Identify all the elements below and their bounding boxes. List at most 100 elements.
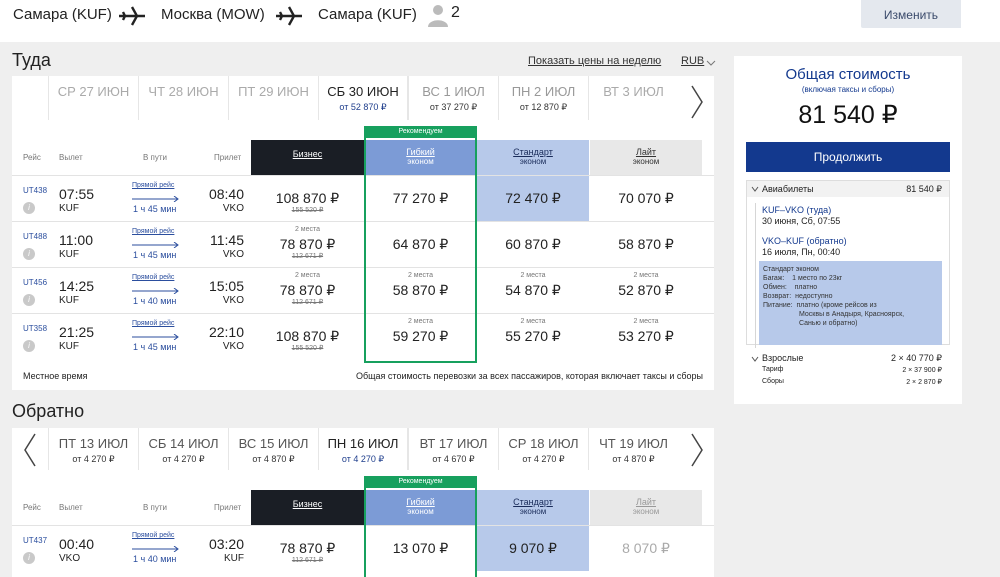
info-icon[interactable]: i	[23, 248, 35, 260]
nonstop-link[interactable]: Прямой рейс	[132, 228, 174, 235]
departure-airport: KUF	[59, 341, 79, 352]
flight-number[interactable]: UT456	[23, 278, 47, 287]
duration: 1 ч 40 мин	[133, 296, 177, 306]
adults-total: 2 × 40 770 ₽	[890, 353, 942, 363]
nonstop-link[interactable]: Прямой рейс	[132, 274, 174, 281]
lite-price-cell[interactable]: 58 870 ₽	[590, 222, 702, 267]
tariff-label: Тариф	[762, 366, 784, 373]
recommended-badge: Рекомендуем	[365, 476, 476, 488]
total-cost-note: Общая стоимость перевозки за всех пассаж…	[355, 371, 703, 381]
arrow-line-icon	[132, 546, 179, 552]
plane-icon	[119, 6, 145, 26]
lite-price-cell[interactable]: 8 070 ₽	[590, 526, 702, 571]
arrow-line-icon	[132, 196, 179, 202]
arrival-airport: VKO	[222, 203, 244, 214]
chevron-down-icon[interactable]	[751, 356, 759, 362]
standard-fare-header[interactable]: Стандарт эконом	[477, 490, 589, 525]
passenger-icon	[428, 5, 448, 27]
chevron-right-icon[interactable]	[689, 84, 705, 120]
info-icon[interactable]: i	[23, 202, 35, 214]
leg2-route[interactable]: VKO–KUF (обратно)	[762, 236, 847, 246]
currency-select[interactable]: RUB	[681, 55, 704, 67]
origin-city: Самара (KUF)	[13, 6, 112, 23]
date-tab[interactable]: ВС 15 ИЮЛ от 4 870 ₽	[228, 428, 318, 470]
recommended-outline	[364, 126, 477, 363]
nonstop-link[interactable]: Прямой рейс	[132, 320, 174, 327]
info-icon[interactable]: i	[23, 294, 35, 306]
departure-time: 11:00	[59, 232, 93, 248]
flight-row[interactable]: UT437 i 00:40 VKO Прямой рейс 1 ч 40 мин…	[12, 525, 714, 571]
chevron-right-icon[interactable]	[689, 432, 705, 468]
standard-fare-header[interactable]: Стандарт эконом	[477, 140, 589, 175]
business-price-cell[interactable]: 108 870 ₽155 520 ₽	[251, 176, 364, 221]
arrival-airport: VKO	[222, 341, 244, 352]
col-in-flight: В пути	[143, 503, 168, 512]
standard-price-cell-selected[interactable]: 72 470 ₽	[477, 176, 589, 221]
flight-number[interactable]: UT488	[23, 232, 47, 241]
tickets-total: 81 540 ₽	[906, 184, 942, 194]
continue-button[interactable]: Продолжить	[746, 142, 950, 172]
chevron-down-icon	[706, 60, 716, 66]
date-tab-selected[interactable]: ПН 16 ИЮЛ от 4 270 ₽	[318, 428, 408, 470]
flight-row[interactable]: UT456 i 14:25 KUF Прямой рейс 1 ч 40 мин…	[12, 267, 714, 313]
lite-fare-header[interactable]: Лайт эконом	[590, 140, 702, 175]
lite-price-cell[interactable]: 2 места 53 270 ₽	[590, 314, 702, 359]
lite-price-cell[interactable]: 2 места 52 870 ₽	[590, 268, 702, 313]
date-tab[interactable]: СБ 14 ИЮЛ от 4 270 ₽	[138, 428, 228, 470]
business-price-cell[interactable]: 78 870 ₽112 671 ₽	[251, 526, 364, 571]
price-summary-panel: Общая стоимость (включая таксы и сборы) …	[734, 56, 962, 404]
date-tab[interactable]: ВТ 17 ИЮЛ от 4 670 ₽	[408, 428, 498, 470]
arrow-line-icon	[132, 242, 179, 248]
business-fare-header[interactable]: Бизнес	[251, 140, 364, 175]
outbound-fares-table: Рейс Вылет В пути Прилет Бизнес Гибкий эк…	[12, 120, 714, 390]
col-flight: Рейс	[23, 153, 41, 162]
date-tab[interactable]: СР 18 ИЮЛ от 4 270 ₽	[498, 428, 588, 470]
flight-number[interactable]: UT438	[23, 186, 47, 195]
fare-line: Стандарт эконом	[763, 266, 819, 273]
flight-row[interactable]: UT438 i 07:55 KUF Прямой рейс 1 ч 45 мин…	[12, 175, 714, 221]
destination-city: Москва (MOW)	[161, 6, 265, 23]
lite-fare-header[interactable]: Лайт эконом	[590, 490, 702, 525]
flight-row[interactable]: UT488 i 11:00 KUF Прямой рейс 1 ч 45 мин…	[12, 221, 714, 267]
standard-price-cell[interactable]: 60 870 ₽	[477, 222, 589, 267]
info-icon[interactable]: i	[23, 552, 35, 564]
leg1-route[interactable]: KUF–VKO (туда)	[762, 205, 831, 215]
date-tab[interactable]: ПТ 13 ИЮЛ от 4 270 ₽	[48, 428, 138, 470]
fare-line: Возврат: недоступно	[763, 293, 833, 300]
fare-line: Санью и обратно)	[799, 320, 858, 327]
info-icon[interactable]: i	[23, 340, 35, 352]
plane-icon	[276, 6, 302, 26]
standard-price-cell[interactable]: 2 места 55 270 ₽	[477, 314, 589, 359]
business-price-cell[interactable]: 2 места 78 870 ₽112 671 ₽	[251, 222, 364, 267]
col-arrival: Прилет	[214, 503, 242, 512]
duration: 1 ч 45 мин	[133, 204, 177, 214]
return-fares-table: Рейс Вылет В пути Прилет Бизнес Гибкий эк…	[12, 470, 714, 577]
fare-line: Обмен: платно	[763, 284, 818, 291]
nonstop-link[interactable]: Прямой рейс	[132, 532, 174, 539]
duration: 1 ч 45 мин	[133, 250, 177, 260]
departure-airport: KUF	[59, 249, 79, 260]
departure-airport: KUF	[59, 295, 79, 306]
flight-row[interactable]: UT358 i 21:25 KUF Прямой рейс 1 ч 45 мин…	[12, 313, 714, 359]
flight-number[interactable]: UT437	[23, 536, 47, 545]
business-fare-header[interactable]: Бизнес	[251, 490, 364, 525]
week-prices-link[interactable]: Показать цены на неделю	[528, 55, 661, 67]
return-date-bar: ПТ 13 ИЮЛ от 4 270 ₽ СБ 14 ИЮЛ от 4 270 ₽ …	[12, 428, 714, 470]
date-tab[interactable]: ЧТ 19 ИЮЛ от 4 870 ₽	[588, 428, 678, 470]
adults-label: Взрослые	[762, 353, 804, 363]
arrival-airport: VKO	[222, 249, 244, 260]
duration: 1 ч 40 мин	[133, 554, 177, 564]
business-price-cell[interactable]: 2 места 78 870 ₽112 671 ₽	[251, 268, 364, 313]
recommended-outline	[364, 476, 477, 577]
standard-price-cell-selected[interactable]: 9 070 ₽	[477, 526, 589, 571]
change-search-button[interactable]: Изменить	[861, 0, 961, 28]
nonstop-link[interactable]: Прямой рейс	[132, 182, 174, 189]
lite-price-cell[interactable]: 70 070 ₽	[590, 176, 702, 221]
arrival-time: 22:10	[208, 324, 244, 340]
fees-label: Сборы	[762, 378, 784, 385]
standard-price-cell[interactable]: 2 места 54 870 ₽	[477, 268, 589, 313]
chevron-down-icon	[751, 186, 759, 192]
flight-number[interactable]: UT358	[23, 324, 47, 333]
chevron-left-icon[interactable]	[22, 432, 38, 468]
business-price-cell[interactable]: 108 870 ₽155 520 ₽	[251, 314, 364, 359]
